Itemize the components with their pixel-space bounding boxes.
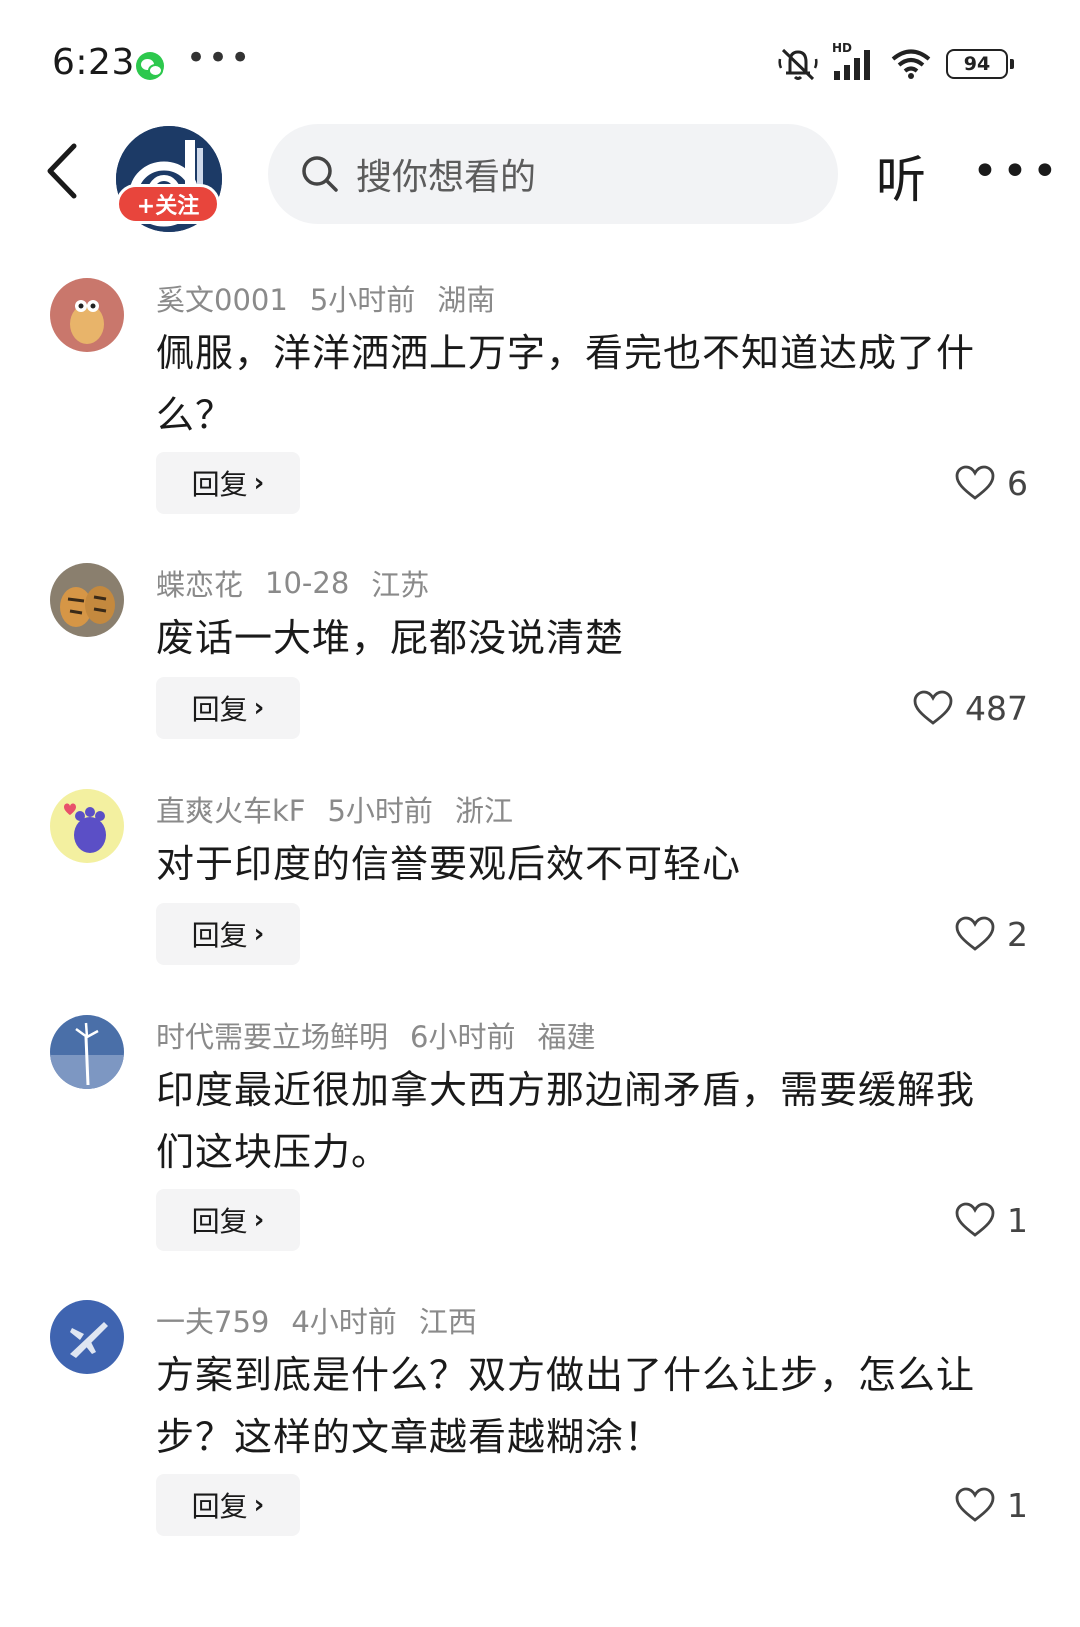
like-button[interactable]: 2 [955,903,1028,965]
comment-meta: 一夫759 4小时前 江西 [156,1300,477,1340]
comment-item: 蝶恋花 10-28 江苏 废话一大堆，屁都没说清楚 回复 › 487 [0,563,1080,743]
like-button[interactable]: 6 [955,452,1028,514]
comment-username[interactable]: 奚文0001 [156,277,288,319]
status-time: 6:23 [52,42,135,83]
like-count: 2 [1007,914,1028,954]
comment-item: 直爽火车kF 5小时前 浙江 对于印度的信誉要观后效不可轻心 回复 › 2 [0,789,1080,969]
avatar[interactable] [50,278,124,352]
listen-button[interactable]: 听 [876,140,926,212]
heart-icon [955,916,995,951]
chevron-right-icon: › [253,919,265,949]
battery-level: 94 [963,53,991,75]
reply-label: 回复 [191,1490,248,1523]
follow-button[interactable]: +关注 [116,184,220,224]
comment-text: 方案到底是什么？双方做出了什么让步，怎么让步？这样的文章越看越糊涂！ [156,1353,976,1459]
reply-button[interactable]: 回复 › [156,1189,300,1251]
more-dots-icon: ••• [186,38,253,78]
comment-text: 废话一大堆，屁都没说清楚 [156,616,625,660]
comment-location: 湖南 [437,283,496,317]
wechat-icon [136,52,164,80]
comment-time: 5小时前 [309,283,416,317]
comment-text: 佩服，洋洋洒洒上万字，看完也不知道达成了什么？ [156,331,976,437]
reply-button[interactable]: 回复 › [156,677,300,739]
comment-text: 对于印度的信誉要观后效不可轻心 [156,842,742,886]
signal-icon: HD [832,41,876,81]
heart-icon [913,690,953,725]
avatar[interactable] [50,789,124,863]
like-count: 487 [965,688,1028,728]
comment-item: 奚文0001 5小时前 湖南 佩服，洋洋洒洒上万字，看完也不知道达成了什么？ 回… [0,278,1080,518]
status-bar: 6:23 ••• HD 94 [0,0,1080,120]
comment-item: 一夫759 4小时前 江西 方案到底是什么？双方做出了什么让步，怎么让步？这样的… [0,1300,1080,1540]
reply-button[interactable]: 回复 › [156,452,300,514]
avatar[interactable] [50,1300,124,1374]
reply-label: 回复 [191,468,248,501]
chevron-right-icon: › [253,468,265,498]
wifi-icon [891,49,931,79]
comment-location: 江西 [418,1305,477,1339]
comment-username[interactable]: 蝶恋花 [156,562,243,604]
heart-icon [955,1202,995,1237]
avatar[interactable] [50,563,124,637]
like-count: 6 [1007,463,1028,503]
like-count: 1 [1007,1200,1028,1240]
back-icon[interactable] [40,140,90,202]
reply-button[interactable]: 回复 › [156,903,300,965]
like-button[interactable]: 1 [955,1474,1028,1536]
comment-meta: 蝶恋花 10-28 江苏 [156,563,429,603]
battery-icon: 94 [946,49,1014,79]
comment-text: 印度最近很加拿大西方那边闹矛盾，需要缓解我们这块压力。 [156,1068,976,1174]
status-icons: HD 94 [778,41,1014,84]
comment-location: 浙江 [454,794,513,828]
comment-time: 4小时前 [291,1305,397,1339]
comment-time: 6小时前 [410,1020,516,1054]
avatar[interactable] [50,1015,124,1089]
comment-meta: 奚文0001 5小时前 湖南 [156,278,495,318]
reply-label: 回复 [191,919,248,952]
comment-username[interactable]: 时代需要立场鲜明 [156,1014,388,1056]
comment-location: 江苏 [371,568,430,602]
chevron-right-icon: › [253,1205,265,1235]
comment-meta: 直爽火车kF 5小时前 浙江 [156,789,513,829]
reply-label: 回复 [191,693,248,726]
like-button[interactable]: 1 [955,1189,1028,1251]
search-icon [302,156,338,192]
comment-meta: 时代需要立场鲜明 6小时前 福建 [156,1015,595,1055]
chevron-right-icon: › [253,1490,265,1520]
heart-icon [955,465,995,500]
like-count: 1 [1007,1485,1028,1525]
comment-location: 福建 [537,1020,596,1054]
comment-username[interactable]: 直爽火车kF [156,788,305,830]
reply-label: 回复 [191,1205,248,1238]
top-nav: +关注 搜你想看的 听 ••• [0,118,1080,232]
search-input[interactable]: 搜你想看的 [268,124,838,224]
reply-button[interactable]: 回复 › [156,1474,300,1536]
chevron-right-icon: › [253,693,265,723]
comment-time: 5小时前 [327,794,433,828]
heart-icon [955,1487,995,1522]
comment-item: 时代需要立场鲜明 6小时前 福建 印度最近很加拿大西方那边闹矛盾，需要缓解我们这… [0,1015,1080,1255]
comment-username[interactable]: 一夫759 [156,1299,269,1341]
comment-time: 10-28 [265,566,350,600]
more-options-button[interactable]: ••• [972,146,1062,197]
mute-icon [778,48,818,81]
search-placeholder: 搜你想看的 [356,157,537,198]
like-button[interactable]: 487 [913,677,1028,739]
